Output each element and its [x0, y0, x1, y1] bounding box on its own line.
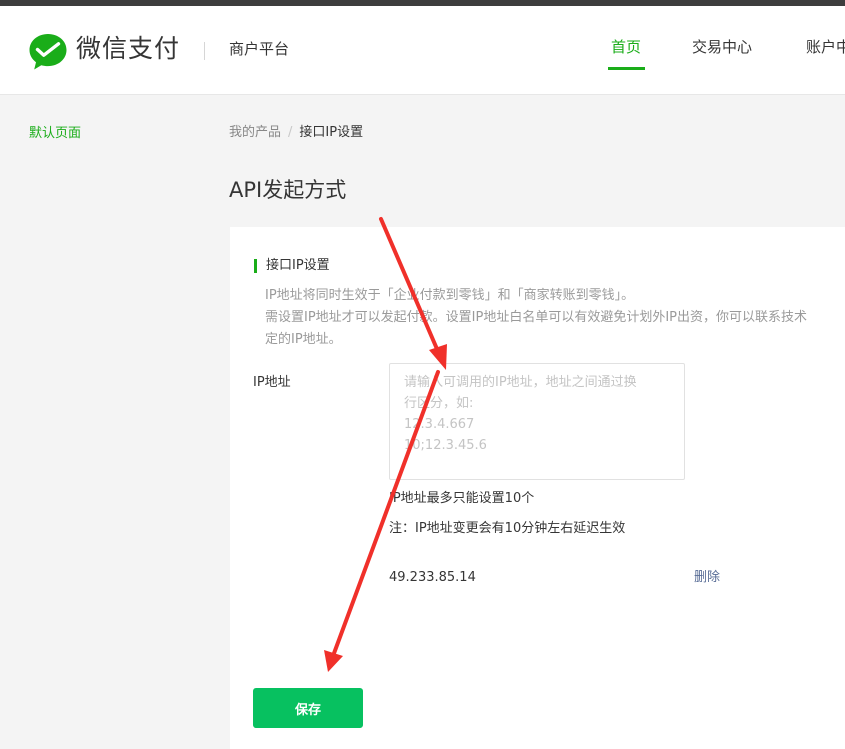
ip-delay-note: 注：IP地址变更会有10分钟左右延迟生效 [389, 521, 626, 536]
wechat-pay-logo-icon [29, 34, 67, 70]
section-description-line-3: 定的IP地址。 [265, 332, 342, 347]
page-title: API发起方式 [229, 178, 347, 202]
breadcrumb-my-products[interactable]: 我的产品 [229, 125, 281, 140]
nav-account-center[interactable]: 账户中 [806, 37, 845, 57]
ip-list-item-value: 49.233.85.14 [389, 570, 476, 585]
header: 微信支付 商户平台 首页 交易中心 账户中 [0, 6, 845, 95]
ip-address-input[interactable] [389, 363, 685, 480]
sidebar-item-default-page[interactable]: 默认页面 [29, 125, 81, 143]
section-title: 接口IP设置 [266, 258, 330, 273]
breadcrumb-separator: / [288, 125, 293, 140]
ip-delete-link[interactable]: 删除 [694, 569, 720, 587]
nav-active-underline [608, 67, 645, 70]
section-accent-bar [254, 259, 257, 273]
nav-home[interactable]: 首页 [611, 37, 641, 57]
ip-max-hint: IP地址最多只能设置10个 [389, 491, 535, 506]
nav-trade-center[interactable]: 交易中心 [692, 37, 752, 57]
breadcrumb: 我的产品 / 接口IP设置 [229, 124, 363, 142]
breadcrumb-current: 接口IP设置 [299, 125, 364, 140]
brand-name: 微信支付 [76, 34, 181, 63]
ip-address-label: IP地址 [253, 375, 291, 390]
section-description-line-2: 需设置IP地址才可以发起付款。设置IP地址白名单可以有效避免计划外IP出资，你可… [265, 310, 808, 325]
settings-card [230, 227, 845, 749]
save-button[interactable]: 保存 [253, 688, 363, 728]
brand-divider [204, 42, 205, 60]
section-description-line-1: IP地址将同时生效于「企业付款到零钱」和「商家转账到零钱」。 [265, 288, 635, 303]
platform-subtitle: 商户平台 [229, 40, 290, 58]
